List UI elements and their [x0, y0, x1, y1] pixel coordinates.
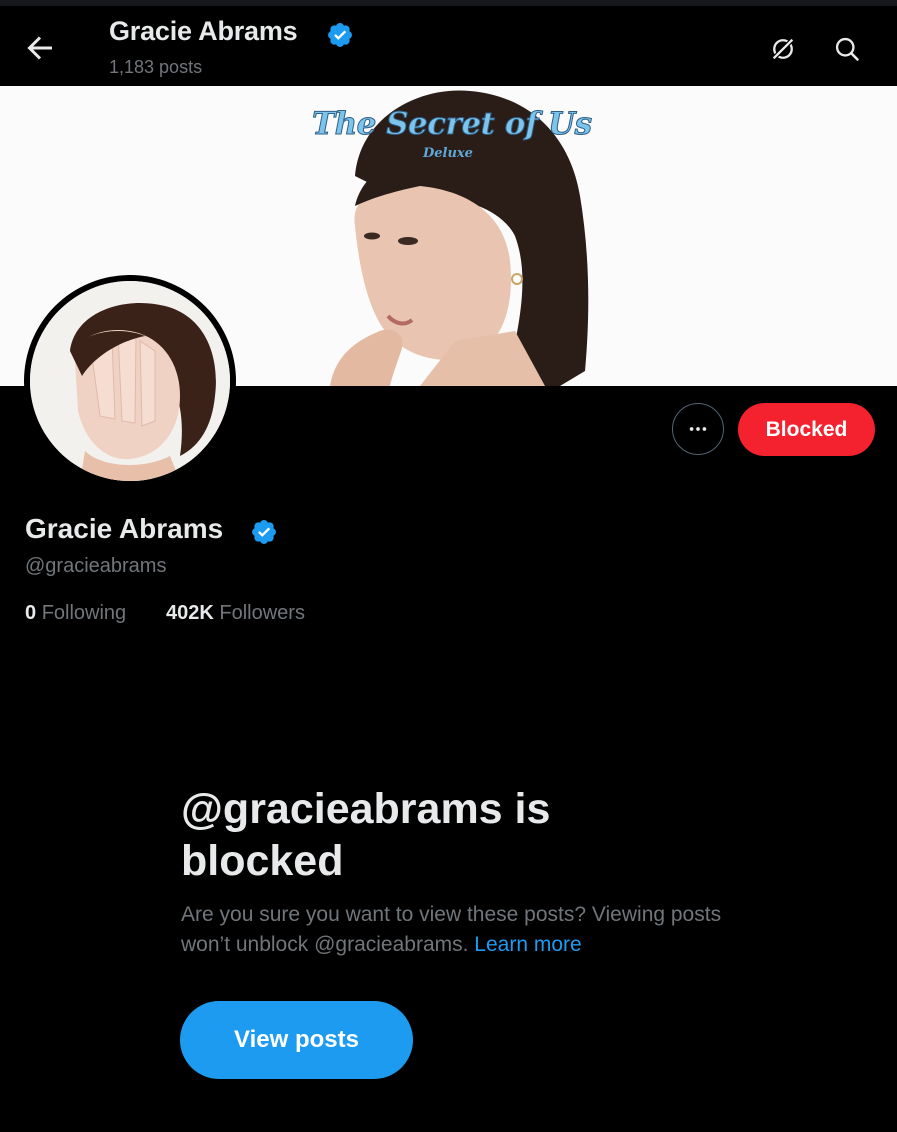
search-icon[interactable]: [827, 29, 867, 69]
followers-stat[interactable]: 402K Followers: [166, 602, 305, 625]
followers-label: Followers: [219, 602, 305, 624]
following-label: Following: [41, 602, 127, 624]
grok-icon[interactable]: [763, 29, 803, 69]
following-count: 0: [25, 602, 37, 624]
header-name: Gracie Abrams: [109, 16, 298, 46]
blocked-description-text: Are you sure you want to view these post…: [181, 903, 722, 956]
profile-header: Gracie Abrams 1,183 posts: [0, 6, 897, 86]
banner-album-title: The Secret of Us: [312, 106, 593, 143]
verified-badge-icon: [250, 518, 278, 551]
avatar-photo: [30, 281, 230, 481]
blocked-description: Are you sure you want to view these post…: [181, 900, 741, 960]
avatar[interactable]: [24, 275, 236, 487]
more-icon: [689, 427, 707, 431]
learn-more-link[interactable]: Learn more: [474, 933, 581, 956]
more-options-button[interactable]: [672, 403, 724, 455]
view-posts-button[interactable]: View posts: [180, 1001, 413, 1079]
blocked-title: @gracieabrams is blocked: [181, 785, 551, 885]
banner-album-subtitle: Deluxe: [423, 146, 473, 161]
blocked-button[interactable]: Blocked: [738, 403, 875, 456]
verified-badge-icon: [326, 21, 354, 54]
back-arrow-icon[interactable]: [22, 30, 58, 66]
profile-name: Gracie Abrams: [25, 513, 224, 544]
followers-count: 402K: [166, 602, 214, 624]
profile-handle: @gracieabrams: [25, 555, 167, 577]
following-stat[interactable]: 0 Following: [25, 602, 126, 625]
post-count: 1,183 posts: [109, 57, 203, 77]
